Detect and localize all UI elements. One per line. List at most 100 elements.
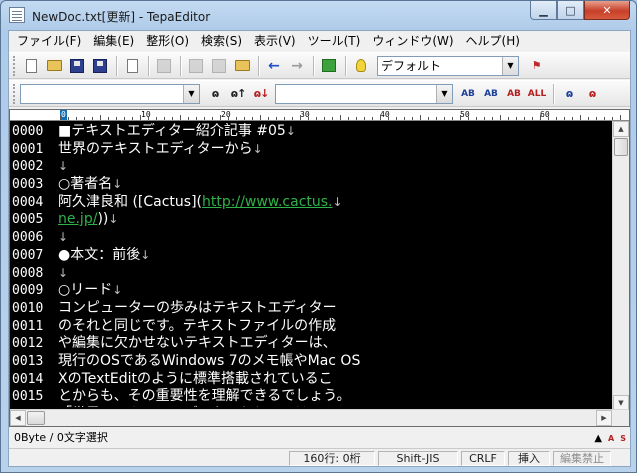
copy-button[interactable] xyxy=(208,55,230,77)
editor-line[interactable]: 0000 ■テキストエディター紹介記事 #05↓ xyxy=(10,123,610,141)
grep-button[interactable]: ɷ xyxy=(558,83,580,105)
toolbar-grip[interactable] xyxy=(13,83,17,104)
menu-bar: ファイル(F) 編集(E) 整形(O) 検索(S) 表示(V) ツール(T) ウ… xyxy=(9,31,630,51)
hyperlink[interactable]: ne.jp/ xyxy=(58,211,97,227)
editor-line[interactable]: 0007 ●本文：前後↓ xyxy=(10,247,610,265)
line-text[interactable]: のそれと同じです。テキストファイルの作成 xyxy=(58,318,336,336)
editor-line[interactable]: 0016「世界のテキストエディターから」では、 xyxy=(10,406,610,407)
vertical-scrollbar[interactable]: ▲ ▼ xyxy=(612,121,629,411)
replace-next-button[interactable]: AB xyxy=(503,83,525,105)
title-bar[interactable]: NewDoc.txt[更新] - TepaEditor ▁ □ ✕ xyxy=(1,1,636,30)
triangle-up-icon[interactable]: ▲ xyxy=(594,430,602,448)
toolbar-grip[interactable] xyxy=(13,55,17,76)
line-text[interactable]: 阿久津良和 ([Cactus](http://www.cactus.↓ xyxy=(58,194,343,212)
save-all-icon xyxy=(93,58,107,73)
editor-line[interactable]: 0008 ↓ xyxy=(10,265,610,283)
line-text[interactable]: ○リード↓ xyxy=(58,282,122,300)
menu-file[interactable]: ファイル(F) xyxy=(11,31,87,51)
back-button[interactable]: ← xyxy=(263,55,285,77)
eol-mark: ↓ xyxy=(58,230,69,245)
minimize-button[interactable]: ▁ xyxy=(530,1,557,20)
print-button[interactable] xyxy=(153,55,175,77)
editor-line[interactable]: 0006 ↓ xyxy=(10,229,610,247)
paste-button[interactable] xyxy=(231,55,253,77)
save-button[interactable] xyxy=(66,55,88,77)
line-text[interactable]: ↓ xyxy=(58,265,68,283)
line-text[interactable]: コンピューターの歩みはテキストエディター xyxy=(58,300,337,318)
chevron-down-icon[interactable]: ▼ xyxy=(502,56,518,75)
style-combo[interactable]: デフォルト ▼ xyxy=(377,55,519,76)
find-next-button[interactable]: ɷ↓ xyxy=(250,83,272,105)
config-button[interactable]: ⚑ xyxy=(525,55,547,77)
line-text[interactable]: 現行のOSであるWindows 7のメモ帳やMac OS xyxy=(58,353,360,371)
ruler-tick xyxy=(516,117,517,120)
insert-mode-indicator[interactable]: 挿入 xyxy=(508,451,550,466)
cut-button[interactable] xyxy=(185,55,207,77)
editor-line[interactable]: 0014 XのTextEditのように標準搭載されているこ xyxy=(10,371,610,389)
replace-button[interactable]: AB xyxy=(457,83,479,105)
maximize-button[interactable]: □ xyxy=(557,1,584,20)
replace-combo[interactable]: ▼ xyxy=(275,83,453,104)
close-button[interactable]: ✕ xyxy=(584,1,630,20)
vertical-scroll-thumb[interactable] xyxy=(614,138,628,156)
ascii-icon[interactable]: A xyxy=(608,430,614,448)
editor-line[interactable]: 0011 のそれと同じです。テキストファイルの作成 xyxy=(10,318,610,336)
scroll-left-button[interactable]: ◀ xyxy=(10,410,26,426)
app-icon[interactable] xyxy=(9,7,25,23)
line-text[interactable]: ne.jp/))↓ xyxy=(58,211,118,229)
chevron-down-icon[interactable]: ▼ xyxy=(183,84,199,103)
line-text[interactable]: とからも、その重要性を理解できるでしょう。 xyxy=(58,388,350,406)
editor-line[interactable]: 0003 ○著者名↓ xyxy=(10,176,610,194)
replace-all-button[interactable]: ALL xyxy=(526,83,548,105)
bookmark-button[interactable] xyxy=(318,55,340,77)
scroll-up-button[interactable]: ▲ xyxy=(613,121,629,137)
editor-lines[interactable]: 0000 ■テキストエディター紹介記事 #05↓ 0001 世界のテキストエディターか… xyxy=(10,123,610,407)
copy-to-button[interactable] xyxy=(121,55,143,77)
replace-prev-button[interactable]: AB xyxy=(480,83,502,105)
line-text[interactable]: ↓ xyxy=(58,158,68,176)
encoding-indicator[interactable]: Shift-JIS xyxy=(378,451,458,466)
menu-format[interactable]: 整形(O) xyxy=(140,31,195,51)
editor-line[interactable]: 0005 ne.jp/))↓ xyxy=(10,211,610,229)
new-file-button[interactable] xyxy=(20,55,42,77)
hyperlink[interactable]: http://www.cactus. xyxy=(202,194,332,210)
line-text[interactable]: 世界のテキストエディターから↓ xyxy=(58,141,263,159)
editor-line[interactable]: 0015 とからも、その重要性を理解できるでしょう。 xyxy=(10,388,610,406)
horizontal-scroll-thumb[interactable] xyxy=(27,411,45,425)
line-text[interactable]: XのTextEditのように標準搭載されているこ xyxy=(58,371,333,389)
edit-lock-indicator[interactable]: 編集禁止 xyxy=(553,451,611,466)
line-text[interactable]: 「世界のテキストエディターから」では、 xyxy=(58,406,323,407)
find-prev-button[interactable]: ɷ↑ xyxy=(227,83,249,105)
horizontal-scrollbar[interactable]: ◀ ▶ xyxy=(10,409,629,426)
newline-indicator[interactable]: CRLF xyxy=(461,451,505,466)
editor-line[interactable]: 0013 現行のOSであるWindows 7のメモ帳やMac OS xyxy=(10,353,610,371)
chevron-down-icon[interactable]: ▼ xyxy=(436,84,452,103)
menu-search[interactable]: 検索(S) xyxy=(195,31,248,51)
menu-help[interactable]: ヘルプ(H) xyxy=(460,31,526,51)
menu-edit[interactable]: 編集(E) xyxy=(87,31,140,51)
editor-line[interactable]: 0001 世界のテキストエディターから↓ xyxy=(10,141,610,159)
menu-window[interactable]: ウィンドウ(W) xyxy=(366,31,459,51)
editor-line[interactable]: 0004 阿久津良和 ([Cactus](http://www.cactus.↓ xyxy=(10,194,610,212)
line-text[interactable]: ↓ xyxy=(58,229,68,247)
size-icon[interactable]: S xyxy=(620,430,626,448)
editor-line[interactable]: 0012 や編集に欠かせないテキストエディターは、 xyxy=(10,335,610,353)
line-text[interactable]: ■テキストエディター紹介記事 #05↓ xyxy=(58,123,296,141)
menu-view[interactable]: 表示(V) xyxy=(248,31,302,51)
grep-op-button[interactable]: ɷ xyxy=(581,83,603,105)
line-text[interactable]: ●本文：前後↓ xyxy=(58,247,150,265)
forward-button[interactable]: → xyxy=(286,55,308,77)
save-all-button[interactable] xyxy=(89,55,111,77)
help-button[interactable] xyxy=(350,55,372,77)
menu-tools[interactable]: ツール(T) xyxy=(302,31,367,51)
editor-line[interactable]: 0009 ○リード↓ xyxy=(10,282,610,300)
editor-line[interactable]: 0010 コンピューターの歩みはテキストエディター xyxy=(10,300,610,318)
scroll-right-button[interactable]: ▶ xyxy=(596,410,612,426)
open-button[interactable] xyxy=(43,55,65,77)
line-text[interactable]: や編集に欠かせないテキストエディターは、 xyxy=(58,335,337,353)
editor-line[interactable]: 0002 ↓ xyxy=(10,158,610,176)
find-button[interactable]: ɷ xyxy=(204,83,226,105)
search-combo[interactable]: ▼ xyxy=(20,83,200,104)
line-text[interactable]: ○著者名↓ xyxy=(58,176,122,194)
text-editor[interactable]: 0 10 20 30 40 50 60 0000 ■テキストエディター紹介記事 #… xyxy=(9,109,630,427)
